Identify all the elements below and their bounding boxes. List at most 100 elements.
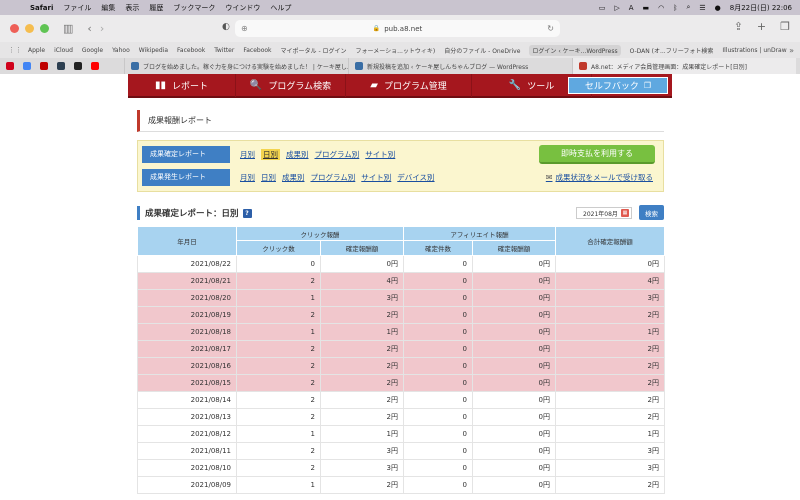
folder-icon: ▰ [370,79,378,91]
header-aff-count: 確定件数 [403,240,473,256]
occurred-link-by-device[interactable]: デバイス別 [397,172,434,183]
cell-clicks: 2 [236,442,321,460]
cell-date: 2021/08/10 [137,459,237,477]
pinned-tab-news-icon[interactable] [57,62,65,70]
favorite-link[interactable]: Facebook [177,47,205,54]
new-tab-icon[interactable]: + [757,20,766,33]
tab-bar: ブログを始めました。稼ぐ力を身につける実験を始めました！ | ケーキ屋し... … [0,58,800,74]
menu-view[interactable]: 表示 [125,3,139,13]
battery-icon[interactable]: ▬ [643,4,650,12]
menu-file[interactable]: ファイル [63,3,91,13]
confirmed-link-by-site[interactable]: サイト別 [365,149,395,160]
favorite-link[interactable]: Yahoo [112,47,130,54]
play-icon[interactable]: ▷ [614,4,619,12]
cell-clicks: 2 [236,374,321,392]
wifi-icon[interactable]: ◠ [658,4,664,12]
occurred-link-daily[interactable]: 日別 [261,172,276,183]
back-arrow-icon[interactable]: ‹ [87,22,91,35]
favorite-link[interactable]: Facebook [243,47,271,54]
month-select[interactable]: 2021年08月 ▦ [576,207,632,219]
browser-tab[interactable]: 新規投稿を追加 ‹ ケーキ屋しんちゃんブログ — WordPress [348,58,572,74]
search-button[interactable]: 検索 [639,205,664,220]
table-row: 2021/08/17 2 2円 0 0円 2円 [137,340,665,358]
lock-icon: 🔒 [372,25,381,32]
cell-total: 1円 [555,425,665,443]
cell-aff-count: 0 [403,306,473,324]
share-icon[interactable]: ⇪ [734,20,743,33]
control-center-icon[interactable]: ☰ [699,4,705,12]
nav-report[interactable]: ▮▮ レポート [128,74,236,97]
occurred-link-by-site[interactable]: サイト別 [361,172,391,183]
favorites-overflow-icon[interactable]: » [789,46,794,55]
address-bar[interactable]: ⊕ 🔒 pub.a8.net ↻ [235,20,560,37]
tab-title: 新規投稿を追加 ‹ ケーキ屋しんちゃんブログ — WordPress [367,63,529,71]
menu-edit[interactable]: 編集 [101,3,115,13]
menu-app-name[interactable]: Safari [30,4,53,12]
favorites-grid-icon[interactable]: ⋮⋮ [8,46,22,54]
favorite-link[interactable]: Twitter [214,47,234,54]
favorite-link[interactable]: 自分のファイル - OneDrive [444,46,520,55]
minimize-window-button[interactable] [25,24,34,33]
favorite-link[interactable]: Wikipedia [139,47,168,54]
cell-total: 3円 [555,442,665,460]
input-source-icon[interactable]: A [629,4,634,12]
occurred-link-by-result[interactable]: 成果別 [282,172,305,183]
screen-icon[interactable]: ▭ [599,4,606,12]
favorite-link[interactable]: マイポータル - ログイン [281,46,347,55]
confirmed-link-daily-selected[interactable]: 日別 [261,148,280,160]
menu-bookmarks[interactable]: ブックマーク [173,3,215,13]
confirmed-link-by-result[interactable]: 成果別 [286,149,309,160]
cell-date: 2021/08/22 [137,255,237,273]
fullscreen-window-button[interactable] [40,24,49,33]
menu-help[interactable]: ヘルプ [270,3,291,13]
favorite-link[interactable]: Illustrations | unDraw [722,47,786,54]
tab-overview-icon[interactable]: ❐ [780,20,790,33]
menu-history[interactable]: 履歴 [149,3,163,13]
menubar-datetime[interactable]: 8月22日(日) 22:06 [730,3,792,13]
report-table: 年月日 クリック報酬 アフィリエイト報酬 合計確定報酬額 クリック数 確定報酬額… [137,226,665,494]
pinned-tab-yahoo-icon[interactable] [6,62,14,70]
favorite-link[interactable]: フォーメーショ...ットウィキ) [356,46,436,55]
occurred-link-by-program[interactable]: プログラム別 [311,172,356,183]
pinned-tab-rakuten-icon[interactable] [40,62,48,70]
bluetooth-icon[interactable]: ᛒ [673,4,677,12]
siri-icon[interactable]: ● [715,4,721,12]
nav-program-manage[interactable]: ▰ プログラム管理 [346,74,472,97]
occurred-link-monthly[interactable]: 月別 [240,172,255,183]
favorites-bar: ⋮⋮ Apple iCloud Google Yahoo Wikipedia F… [0,42,800,58]
browser-tab-active[interactable]: A8.net：メディア会員管理画面：成果確定レポート[日別] [572,58,796,74]
sidebar-toggle-icon[interactable]: ▥ [63,22,73,35]
cell-clicks: 2 [236,459,321,477]
privacy-shield-icon[interactable]: ◐ [222,22,230,32]
favorite-link[interactable]: ログイン ‹ ケーキ...WordPress [529,44,621,56]
confirmed-link-monthly[interactable]: 月別 [240,149,255,160]
favorite-link[interactable]: Google [82,47,103,54]
cell-total: 2円 [555,357,665,375]
pinned-tab-amazon-icon[interactable] [74,62,82,70]
cell-aff-count: 0 [403,323,473,341]
selfback-button[interactable]: セルフバック ❐ [568,77,668,94]
selfback-label: セルフバック [584,82,639,92]
browser-tab[interactable]: ブログを始めました。稼ぐ力を身につける実験を始めました！ | ケーキ屋し... [124,58,348,74]
favorite-link[interactable]: Apple [28,47,45,54]
header-aff-amount: 確定報酬額 [472,240,556,256]
search-icon[interactable]: ⌕ [686,3,690,12]
cell-aff-reward: 0円 [472,391,556,409]
forward-arrow-icon[interactable]: › [100,22,104,35]
favorite-link[interactable]: iCloud [54,47,73,54]
cell-total: 2円 [555,374,665,392]
instant-payment-button[interactable]: 即時支払を利用する [539,145,655,164]
help-icon[interactable]: ? [242,208,252,218]
email-report-link[interactable]: ✉ 成果状況をメールで受け取る [546,172,653,183]
close-window-button[interactable] [10,24,19,33]
cell-date: 2021/08/19 [137,306,237,324]
pinned-tab-google-icon[interactable] [23,62,31,70]
calendar-icon[interactable]: ▦ [621,209,629,217]
cell-aff-reward: 0円 [472,340,556,358]
nav-program-search[interactable]: 🔍 プログラム検索 [236,74,346,97]
confirmed-link-by-program[interactable]: プログラム別 [315,149,360,160]
menu-window[interactable]: ウインドウ [225,3,260,13]
favorite-link[interactable]: O-DAN (オ...フリーフォト検索 [630,46,714,55]
pinned-tab-youtube-icon[interactable] [91,62,99,70]
reload-icon[interactable]: ↻ [547,24,554,33]
